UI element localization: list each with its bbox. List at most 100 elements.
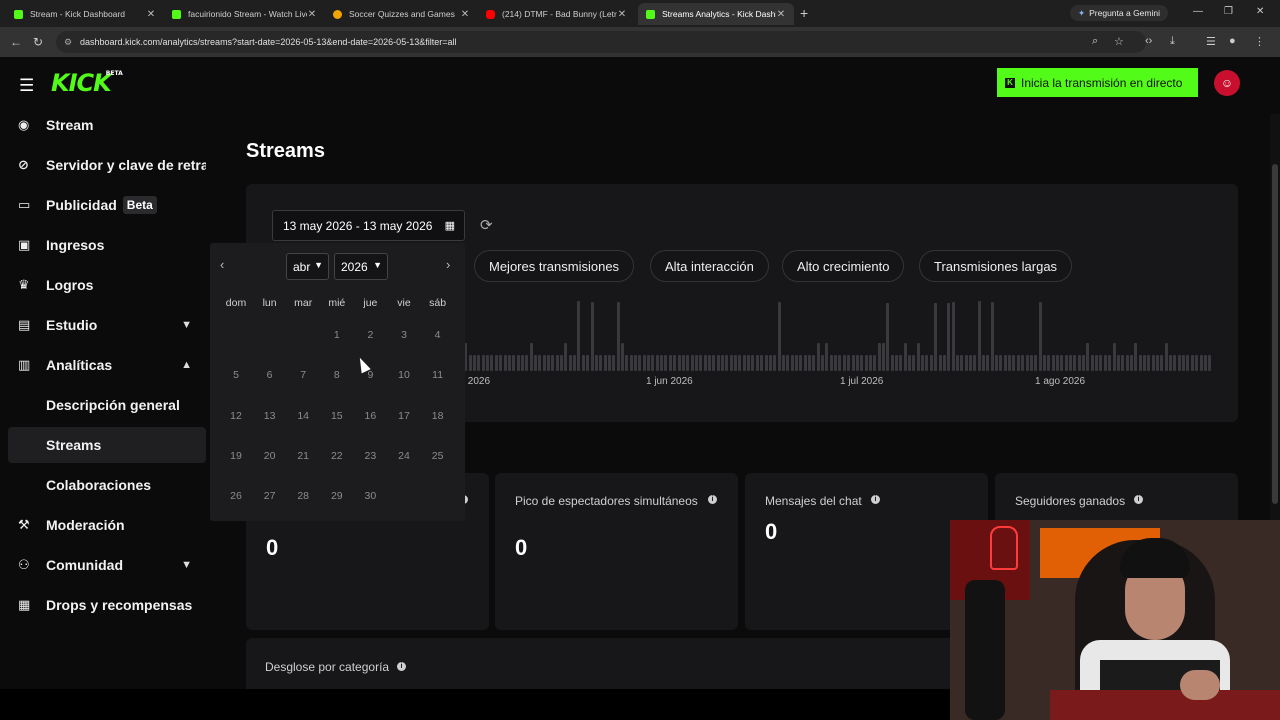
info-icon[interactable]: i (397, 662, 406, 671)
calendar-day[interactable]: 13 (253, 410, 287, 422)
calendar-day[interactable]: 4 (421, 329, 455, 341)
calendar-day[interactable]: 30 (353, 490, 387, 502)
filter-high-growth[interactable]: Alto crecimiento (782, 250, 905, 282)
sidebar-item-advertising[interactable]: ▭ Publicidad Beta (8, 187, 206, 223)
window-close-icon[interactable]: ✕ (1256, 6, 1264, 17)
sidebar-item-achievements[interactable]: ♛ Logros (8, 267, 206, 303)
sidebar-item-server-key[interactable]: ⊘ Servidor y clave de retransmisión (8, 147, 206, 183)
calendar-day[interactable]: 1 (320, 329, 354, 341)
filter-long-streams[interactable]: Transmisiones largas (919, 250, 1073, 282)
close-icon[interactable]: ✕ (146, 9, 156, 20)
calendar-day[interactable]: 24 (387, 450, 421, 462)
calendar-day[interactable]: 14 (286, 410, 320, 422)
year-select[interactable]: 2026 ▼ (334, 253, 388, 280)
calendar-day[interactable]: 10 (387, 369, 421, 381)
zoom-icon[interactable]: ⌕ (1092, 35, 1098, 48)
chart-bar (1108, 355, 1112, 371)
calendar-day[interactable]: 16 (353, 410, 387, 422)
calendar-day[interactable]: 11 (421, 369, 455, 381)
calendar-day[interactable]: 6 (253, 369, 287, 381)
sidebar-item-overview[interactable]: Descripción general (8, 387, 206, 423)
calendar-day[interactable]: 21 (286, 450, 320, 462)
chart-bar (868, 355, 872, 371)
menu-dots-icon[interactable]: ⋮ (1254, 35, 1265, 48)
page-scrollbar[interactable] (1270, 114, 1280, 577)
browser-tab[interactable]: Stream - Kick Dashboard ✕ (6, 3, 164, 25)
calendar-day[interactable]: 17 (387, 410, 421, 422)
month-select[interactable]: abr ▼ (286, 253, 329, 280)
site-info-icon[interactable]: ⚙ (64, 37, 72, 48)
sidebar-item-studio[interactable]: ▤ Estudio ▼ (8, 307, 206, 343)
reload-icon[interactable]: ↻ (33, 35, 43, 49)
sidebar-item-stream[interactable]: ◉ Stream (8, 107, 206, 143)
chart-bar (838, 355, 842, 371)
sidebar-item-revenue[interactable]: ▣ Ingresos (8, 227, 206, 263)
scrollbar-thumb[interactable] (1272, 164, 1278, 504)
bookmark-star-icon[interactable]: ☆ (1114, 35, 1124, 48)
chart-bar (834, 355, 838, 371)
calendar-day[interactable]: 27 (253, 490, 287, 502)
browser-tab[interactable]: Soccer Quizzes and Games ✕ (325, 3, 478, 25)
kick-logo[interactable]: KICK BETA (51, 69, 123, 97)
profile-icon[interactable]: ● (1229, 35, 1236, 47)
info-icon[interactable]: i (708, 495, 717, 504)
filter-best-streams[interactable]: Mejores transmisiones (474, 250, 635, 282)
calendar-day[interactable]: 20 (253, 450, 287, 462)
calendar-day[interactable]: 5 (219, 369, 253, 381)
gemini-button[interactable]: ✦ Pregunta a Gemini (1070, 5, 1168, 21)
chart-bar (929, 355, 933, 371)
prev-month-icon[interactable]: ‹ (220, 257, 224, 272)
sidebar-item-collaborations[interactable]: Colaboraciones (8, 467, 206, 503)
sidebar-item-community[interactable]: ⚇ Comunidad ▼ (8, 547, 206, 583)
browser-tab[interactable]: (214) DTMF - Bad Bunny (Letra) ✕ (478, 3, 635, 25)
gemini-label: Pregunta a Gemini (1089, 8, 1160, 18)
new-tab-icon[interactable]: + (800, 5, 808, 21)
sidebar-item-moderation[interactable]: ⚒ Moderación (8, 507, 206, 543)
chart-bar (660, 355, 664, 371)
minimize-icon[interactable]: — (1193, 6, 1203, 17)
calendar-day[interactable]: 22 (320, 450, 354, 462)
close-icon[interactable]: ✕ (617, 9, 627, 20)
calendar-day[interactable]: 3 (387, 329, 421, 341)
calendar-day[interactable]: 26 (219, 490, 253, 502)
calendar-day[interactable]: 25 (421, 450, 455, 462)
close-icon[interactable]: ✕ (776, 9, 786, 20)
calendar-day[interactable]: 23 (353, 450, 387, 462)
hamburger-menu-icon[interactable]: ☰ (19, 76, 34, 96)
chart-bar (951, 302, 955, 371)
calendar-day[interactable]: 29 (320, 490, 354, 502)
next-month-icon[interactable]: › (446, 257, 450, 272)
chart-bar (564, 343, 568, 371)
sidebar-item-streams[interactable]: Streams (8, 427, 206, 463)
refresh-icon[interactable]: ⟳ (480, 216, 493, 234)
restore-icon[interactable]: ❐ (1224, 6, 1233, 17)
info-icon[interactable]: i (871, 495, 880, 504)
info-icon[interactable]: i (1134, 495, 1143, 504)
download-icon[interactable]: ⤓ (1170, 35, 1175, 48)
sidebar-item-analytics[interactable]: ▥ Analíticas ▲ (8, 347, 206, 383)
calendar-day[interactable]: 2 (353, 329, 387, 341)
close-icon[interactable]: ✕ (460, 9, 470, 20)
calendar-day[interactable]: 18 (421, 410, 455, 422)
calendar-day[interactable]: 7 (286, 369, 320, 381)
calendar-day[interactable]: 28 (286, 490, 320, 502)
calendar-day[interactable]: 8 (320, 369, 354, 381)
chart-bar (703, 355, 707, 371)
calendar-day[interactable]: 19 (219, 450, 253, 462)
go-live-button[interactable]: K Inicia la transmisión en directo (997, 68, 1198, 97)
close-icon[interactable]: ✕ (307, 9, 317, 20)
calendar-day[interactable]: 12 (219, 410, 253, 422)
chart-bar (1125, 355, 1129, 371)
code-icon[interactable]: ‹› (1145, 35, 1152, 47)
sidebar-item-drops[interactable]: ▦ Drops y recompensas (8, 587, 206, 623)
extensions-icon[interactable]: ☰ (1206, 35, 1216, 48)
back-icon[interactable]: ← (10, 35, 22, 49)
avatar[interactable]: ☺ (1214, 70, 1240, 96)
calendar-day[interactable]: 9 (353, 369, 387, 381)
calendar-day[interactable]: 15 (320, 410, 354, 422)
browser-tab-active[interactable]: Streams Analytics - Kick Dashb ✕ (638, 3, 794, 25)
browser-tab[interactable]: facuirionido Stream - Watch Live ✕ (164, 3, 325, 25)
url-field[interactable]: ⚙ dashboard.kick.com/analytics/streams?s… (56, 31, 1146, 53)
filter-high-engagement[interactable]: Alta interacción (650, 250, 769, 282)
date-range-button[interactable]: 13 may 2026 - 13 may 2026 ▦ (272, 210, 465, 241)
